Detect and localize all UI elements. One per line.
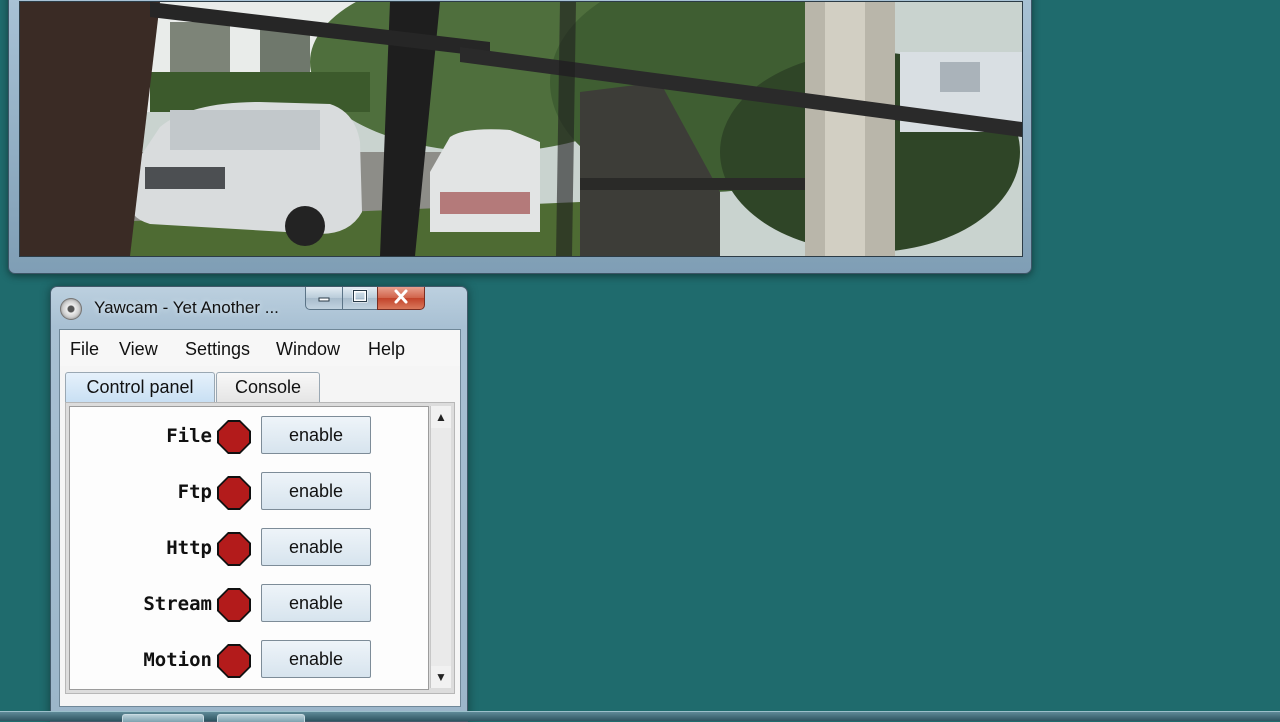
row-label: File	[166, 425, 212, 447]
control-panel: File enable Ftp enable Http enable Strea…	[65, 402, 455, 694]
row-label: Stream	[143, 593, 212, 615]
enable-motion-button[interactable]: enable	[261, 640, 371, 678]
webcam-icon	[60, 298, 82, 320]
close-button[interactable]	[377, 287, 425, 310]
control-row-stream: Stream enable	[70, 583, 428, 627]
webcam-preview	[19, 1, 1023, 257]
stop-status-icon	[217, 532, 251, 566]
enable-file-button[interactable]: enable	[261, 416, 371, 454]
row-label: Http	[166, 537, 212, 559]
yawcam-window: Yawcam - Yet Another ... File View Setti…	[50, 286, 468, 722]
enable-stream-button[interactable]: enable	[261, 584, 371, 622]
window-client: File View Settings Window Help Control p…	[59, 329, 461, 707]
control-row-ftp: Ftp enable	[70, 471, 428, 515]
preview-window	[8, 0, 1032, 274]
maximize-button[interactable]	[342, 287, 378, 310]
menu-view[interactable]: View	[119, 339, 158, 360]
menu-help[interactable]: Help	[368, 339, 405, 360]
minimize-button[interactable]	[305, 287, 343, 310]
tab-control-panel[interactable]: Control panel	[65, 372, 215, 403]
menu-window[interactable]: Window	[276, 339, 340, 360]
stop-status-icon	[217, 588, 251, 622]
control-row-http: Http enable	[70, 527, 428, 571]
menu-file[interactable]: File	[70, 339, 99, 360]
row-label: Motion	[143, 649, 212, 671]
title-bar[interactable]: Yawcam - Yet Another ...	[51, 287, 467, 327]
scroll-up-icon[interactable]: ▲	[431, 408, 451, 426]
stop-status-icon	[217, 644, 251, 678]
control-row-file: File enable	[70, 415, 428, 459]
minimize-icon	[318, 297, 330, 302]
close-icon	[394, 289, 408, 304]
taskbar-button[interactable]	[122, 714, 204, 722]
webcam-image	[20, 2, 1022, 256]
window-title: Yawcam - Yet Another ...	[94, 298, 279, 317]
vertical-scrollbar[interactable]: ▲ ▼	[430, 406, 451, 688]
menu-settings[interactable]: Settings	[185, 339, 250, 360]
stop-status-icon	[217, 420, 251, 454]
taskbar-button[interactable]	[217, 714, 305, 722]
maximize-icon	[352, 289, 368, 303]
row-label: Ftp	[177, 481, 212, 503]
stop-status-icon	[217, 476, 251, 510]
scroll-track[interactable]	[431, 428, 451, 666]
control-panel-list: File enable Ftp enable Http enable Strea…	[69, 406, 429, 690]
enable-ftp-button[interactable]: enable	[261, 472, 371, 510]
menu-bar: File View Settings Window Help	[60, 330, 460, 366]
control-row-motion: Motion enable	[70, 639, 428, 683]
scroll-down-icon[interactable]: ▼	[431, 668, 451, 686]
tab-console[interactable]: Console	[216, 372, 320, 403]
tab-bar: Control panel Console	[60, 368, 460, 404]
enable-http-button[interactable]: enable	[261, 528, 371, 566]
